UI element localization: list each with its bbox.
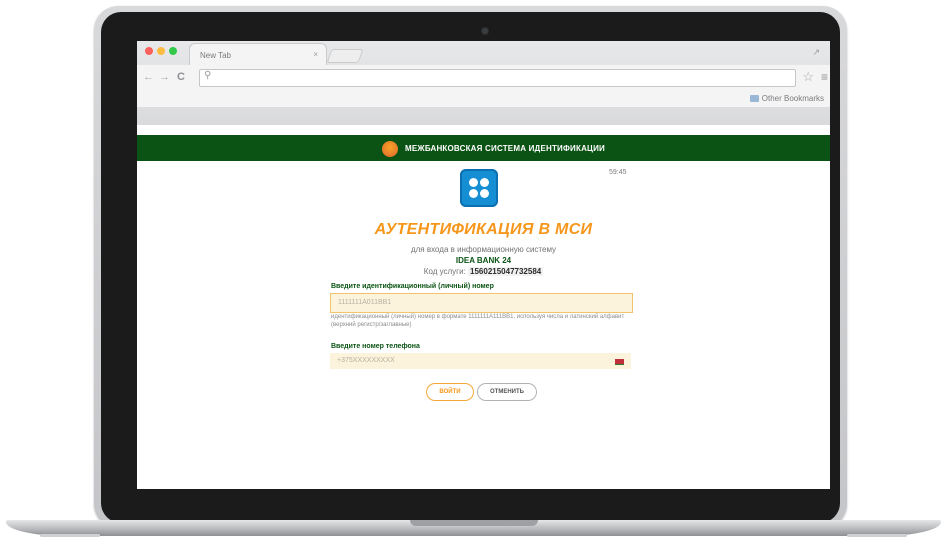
service-code-value: 1560215047732584 — [468, 267, 544, 276]
cancel-button[interactable]: ОТМЕНИТЬ — [477, 383, 537, 401]
web-page: МЕЖБАНКОВСКАЯ СИСТЕМА ИДЕНТИФИКАЦИИ 59:4… — [137, 125, 830, 489]
subtitle: для входа в информационную систему — [410, 245, 557, 254]
minimize-window-icon[interactable] — [157, 47, 165, 55]
id-label: Введите идентификационный (личный) номер — [331, 283, 494, 290]
timer: 59:45 — [609, 169, 627, 176]
fullscreen-icon[interactable]: ↗ — [812, 47, 820, 58]
bookmarks-bar: Other Bookmarks — [137, 91, 830, 107]
browser-toolbar: ← → C ⚲ ☆ ≡ — [137, 65, 830, 91]
id-hint: идентификационный (личный) номер в форма… — [331, 314, 625, 328]
folder-icon — [749, 95, 759, 102]
laptop-foot-left — [40, 534, 100, 537]
tab-close-icon[interactable]: × — [313, 50, 318, 59]
search-icon: ⚲ — [204, 70, 212, 81]
service-code: Код услуги: 1560215047732584 — [137, 267, 830, 276]
address-bar[interactable]: ⚲ — [199, 69, 796, 87]
login-button[interactable]: ВОЙТИ — [426, 383, 474, 401]
page-title: АУТЕНТИФИКАЦИЯ В МСИ — [374, 221, 593, 238]
system-title: МЕЖБАНКОВСКАЯ СИСТЕМА ИДЕНТИФИКАЦИИ — [405, 144, 605, 153]
tab-new-tab[interactable]: New Tab × — [189, 43, 327, 66]
phone-label: Введите номер телефона — [331, 343, 420, 350]
new-tab-button[interactable] — [326, 49, 364, 63]
other-bookmarks-label: Other Bookmarks — [761, 94, 824, 103]
msi-logo — [382, 141, 398, 157]
bank-name: IDEA BANK 24 — [455, 256, 512, 265]
service-code-label: Код услуги: — [423, 267, 466, 276]
phone-field[interactable]: +375XXXXXXXXX — [330, 353, 631, 369]
forward-icon[interactable]: → — [159, 71, 170, 83]
app-icon — [460, 169, 498, 207]
laptop-notch — [410, 520, 538, 526]
id-field-value: 1111111A011BB1 — [338, 299, 392, 306]
close-window-icon[interactable] — [145, 47, 153, 55]
screen: New Tab × ↗ ← → C ⚲ ☆ ≡ Other Bookmarks … — [137, 41, 830, 489]
reload-icon[interactable]: C — [177, 71, 185, 83]
menu-icon[interactable]: ≡ — [821, 70, 828, 84]
browser-chrome: New Tab × ↗ ← → C ⚲ ☆ ≡ Other Bookmarks — [137, 41, 830, 125]
tab-title: New Tab — [200, 51, 231, 60]
phone-field-value: +375XXXXXXXXX — [337, 357, 395, 364]
back-icon[interactable]: ← — [143, 71, 154, 83]
other-bookmarks[interactable]: Other Bookmarks — [749, 94, 824, 103]
belarus-flag-icon — [615, 359, 624, 365]
header-bar: МЕЖБАНКОВСКАЯ СИСТЕМА ИДЕНТИФИКАЦИИ — [137, 135, 830, 161]
maximize-window-icon[interactable] — [169, 47, 177, 55]
id-field[interactable]: 1111111A011BB1 — [330, 293, 633, 313]
laptop-foot-right — [847, 534, 907, 537]
bookmark-star-icon[interactable]: ☆ — [802, 69, 814, 85]
camera-icon — [482, 28, 488, 34]
